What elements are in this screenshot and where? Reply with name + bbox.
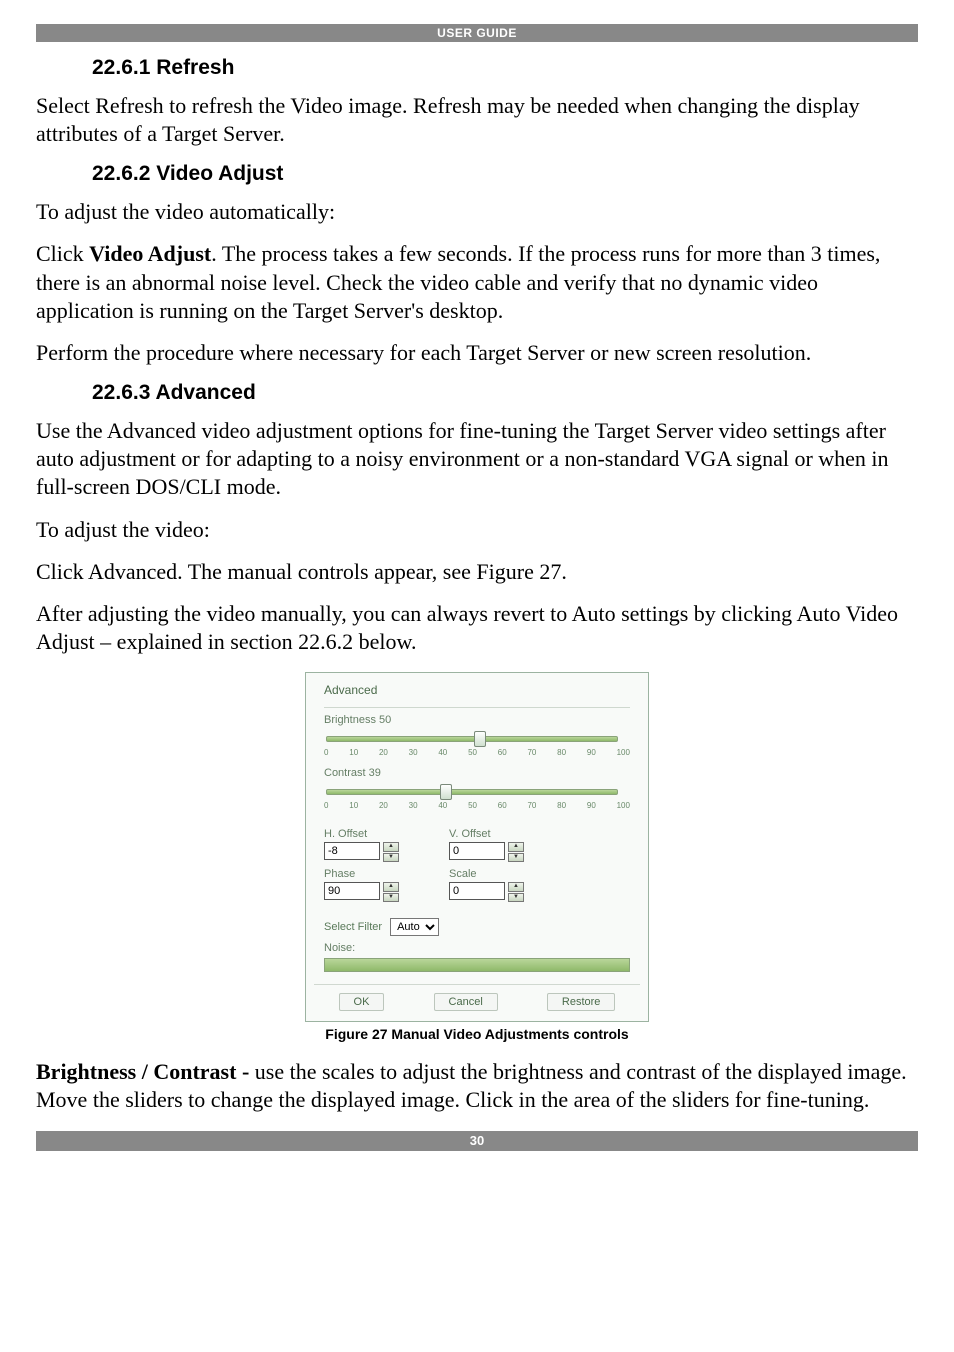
heading-22-6-3: 22.6.3 Advanced <box>92 381 918 405</box>
noise-label: Noise: <box>324 942 630 954</box>
spin-up-icon[interactable]: ▲ <box>383 842 399 852</box>
spin-up-icon[interactable]: ▲ <box>508 842 524 852</box>
brightness-label: Brightness 50 <box>324 714 630 726</box>
divider <box>324 707 630 708</box>
brightness-slider[interactable] <box>324 730 630 746</box>
para-advanced-2: To adjust the video: <box>36 516 918 544</box>
tick: 0 <box>324 748 328 757</box>
select-filter-label: Select Filter <box>324 921 382 933</box>
scale-input[interactable] <box>449 882 505 900</box>
para-brightness-contrast: Brightness / Contrast - use the scales t… <box>36 1058 918 1114</box>
para-video-adjust-intro: To adjust the video automatically: <box>36 198 918 226</box>
contrast-slider[interactable] <box>324 783 630 799</box>
v-offset-label: V. Offset <box>449 828 524 840</box>
bc-lead: Brightness / Contrast - <box>36 1059 249 1084</box>
spin-down-icon[interactable]: ▼ <box>508 853 524 863</box>
tick: 60 <box>498 801 507 810</box>
tick: 40 <box>438 801 447 810</box>
slider-track <box>326 789 618 795</box>
spin-down-icon[interactable]: ▼ <box>508 893 524 903</box>
header-bar: USER GUIDE <box>36 24 918 42</box>
tick: 50 <box>468 801 477 810</box>
tick: 20 <box>379 748 388 757</box>
contrast-ticks: 0 10 20 30 40 50 60 70 80 90 100 <box>324 801 630 820</box>
tick: 10 <box>349 801 358 810</box>
tick: 20 <box>379 801 388 810</box>
tick: 30 <box>409 748 418 757</box>
heading-22-6-2: 22.6.2 Video Adjust <box>92 162 918 186</box>
spin-up-icon[interactable]: ▲ <box>508 882 524 892</box>
contrast-label: Contrast 39 <box>324 767 630 779</box>
heading-22-6-1: 22.6.1 Refresh <box>92 56 918 80</box>
tick: 70 <box>527 748 536 757</box>
tick: 90 <box>587 801 596 810</box>
tick: 90 <box>587 748 596 757</box>
advanced-dialog: Advanced Brightness 50 0 10 20 30 40 50 … <box>305 672 649 1022</box>
tick: 0 <box>324 801 328 810</box>
figure-caption: Figure 27 Manual Video Adjustments contr… <box>36 1026 918 1042</box>
tick: 70 <box>527 801 536 810</box>
para-advanced-3: Click Advanced. The manual controls appe… <box>36 558 918 586</box>
spin-up-icon[interactable]: ▲ <box>383 882 399 892</box>
tick: 60 <box>498 748 507 757</box>
slider-thumb[interactable] <box>440 784 452 800</box>
h-offset-label: H. Offset <box>324 828 399 840</box>
dialog-title: Advanced <box>324 683 630 697</box>
phase-input[interactable] <box>324 882 380 900</box>
select-filter-dropdown[interactable]: Auto <box>390 918 439 936</box>
tick: 30 <box>409 801 418 810</box>
para-refresh: Select Refresh to refresh the Video imag… <box>36 92 918 148</box>
slider-track <box>326 736 618 742</box>
text-video-adjust-bold: Video Adjust <box>89 241 211 266</box>
scale-label: Scale <box>449 868 524 880</box>
h-offset-input[interactable] <box>324 842 380 860</box>
spin-down-icon[interactable]: ▼ <box>383 853 399 863</box>
figure-27: Advanced Brightness 50 0 10 20 30 40 50 … <box>305 672 649 1022</box>
brightness-ticks: 0 10 20 30 40 50 60 70 80 90 100 <box>324 748 630 767</box>
tick: 10 <box>349 748 358 757</box>
slider-thumb[interactable] <box>474 731 486 747</box>
ok-button[interactable]: OK <box>339 993 385 1011</box>
tick: 50 <box>468 748 477 757</box>
text-click: Click <box>36 241 89 266</box>
cancel-button[interactable]: Cancel <box>434 993 498 1011</box>
para-advanced-4: After adjusting the video manually, you … <box>36 600 918 656</box>
tick: 40 <box>438 748 447 757</box>
restore-button[interactable]: Restore <box>547 993 616 1011</box>
footer-bar: 30 <box>36 1131 918 1151</box>
para-advanced-1: Use the Advanced video adjustment option… <box>36 417 918 501</box>
para-video-adjust-steps: Click Video Adjust. The process takes a … <box>36 240 918 324</box>
para-video-adjust-note: Perform the procedure where necessary fo… <box>36 339 918 367</box>
tick: 100 <box>617 801 630 810</box>
spin-down-icon[interactable]: ▼ <box>383 893 399 903</box>
tick: 100 <box>617 748 630 757</box>
noise-bar <box>324 958 630 972</box>
phase-label: Phase <box>324 868 399 880</box>
tick: 80 <box>557 748 566 757</box>
v-offset-input[interactable] <box>449 842 505 860</box>
tick: 80 <box>557 801 566 810</box>
